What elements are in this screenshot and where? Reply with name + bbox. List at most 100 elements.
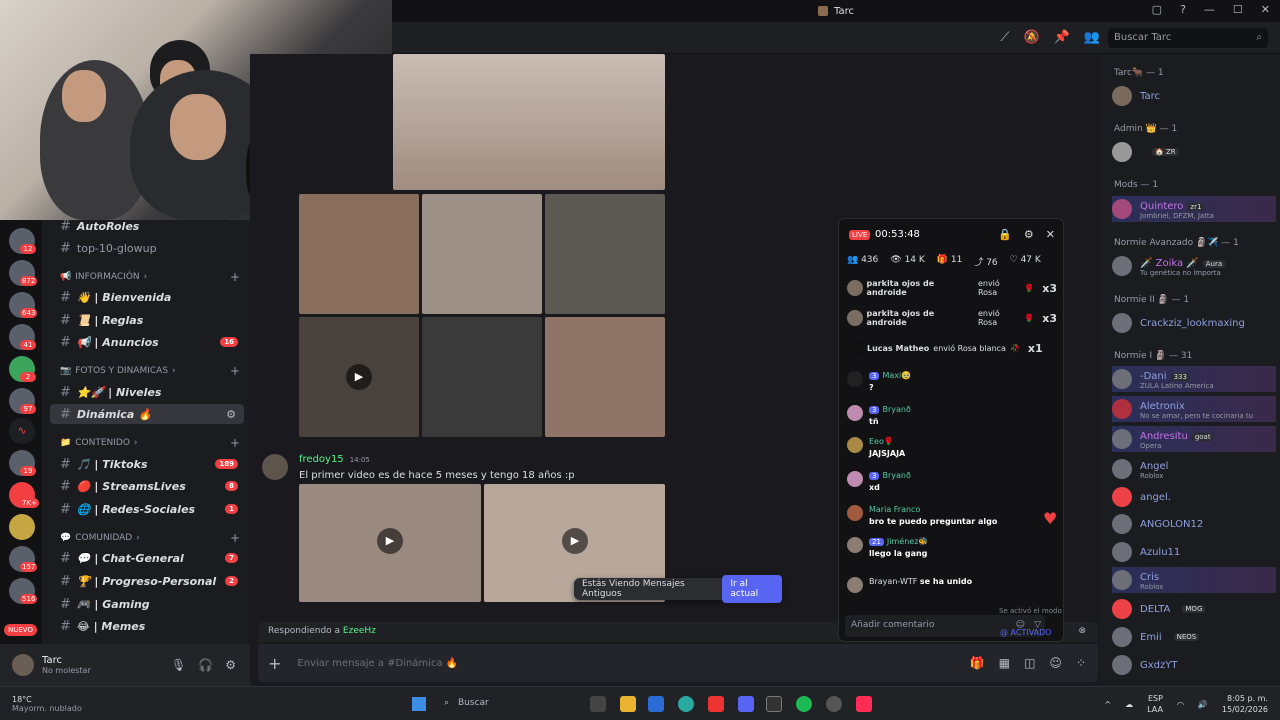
member-item[interactable]: ANGOLON12 — [1112, 511, 1276, 537]
gear-icon[interactable]: ⚙ — [1024, 228, 1034, 241]
channel-anuncios[interactable]: # 📢 | Anuncios 16 — [50, 332, 244, 352]
tiktok-icon[interactable] — [856, 696, 872, 712]
image-attachment[interactable] — [545, 317, 665, 437]
jump-to-present-button[interactable]: Ir al actual — [722, 575, 782, 603]
lock-icon[interactable]: 🔒 — [998, 228, 1012, 241]
channel-bienvenida[interactable]: # 👋 | Bienvenida — [50, 287, 244, 307]
threads-icon[interactable]: ⟋ — [1000, 30, 1009, 45]
channel-top-10-glowup[interactable]: # top-10-glowup — [50, 238, 244, 258]
sticker-icon[interactable]: ◫ — [1024, 656, 1035, 670]
settings-icon[interactable]: ⚙ — [226, 408, 236, 421]
member-item[interactable]: -Dani 333 ZULA Latino America — [1112, 366, 1276, 392]
apps-icon[interactable]: ⁘ — [1076, 656, 1086, 670]
avatar[interactable] — [262, 454, 288, 480]
taskbar-search[interactable]: ⌕ Buscar — [440, 693, 540, 715]
add-channel-icon[interactable]: + — [230, 364, 240, 378]
channel-dinamica[interactable]: # Dinámica 🔥 ⚙ — [50, 404, 244, 424]
task-view-icon[interactable] — [590, 696, 606, 712]
member-item[interactable]: Crackziz_lookmaxing — [1112, 310, 1276, 336]
microphone-icon[interactable]: 🎙 — [171, 658, 186, 672]
member-item[interactable]: Aletronix No se amar, pero te cocinaria t… — [1112, 396, 1276, 422]
image-attachment[interactable] — [299, 194, 419, 314]
pin-icon[interactable]: 📌 — [1054, 30, 1070, 45]
category-fotos-y-dinamicas[interactable]: 📷 FOTOS Y DINAMICAS › + — [60, 364, 240, 378]
spotify-icon[interactable] — [796, 696, 812, 712]
member-item[interactable]: 🗡️ Zoika 🗡️ Aura Tu genética no importa — [1112, 253, 1276, 279]
file-explorer-icon[interactable] — [620, 696, 636, 712]
message-author[interactable]: fredoy15 14:05 — [299, 454, 370, 465]
add-channel-icon[interactable]: + — [230, 531, 240, 545]
pulse-icon[interactable]: ∿ — [9, 418, 35, 444]
member-item[interactable]: Angel Roblox — [1112, 456, 1276, 482]
channel-autoroles[interactable]: # AutoRoles — [50, 220, 244, 236]
maximize-button[interactable]: ☐ — [1233, 3, 1243, 16]
member-item[interactable]: angel. — [1112, 484, 1276, 510]
avatar[interactable] — [12, 654, 34, 676]
channel-redes-sociales[interactable]: # 🌐 | Redes-Sociales 1 — [50, 499, 244, 519]
opera-icon[interactable] — [708, 696, 724, 712]
screen-icon[interactable]: ▢ — [1152, 3, 1162, 16]
member-item[interactable]: 🏠 ZR — [1112, 139, 1276, 165]
search-input[interactable]: Buscar Tarc ⌕ — [1108, 28, 1268, 48]
emoji-icon[interactable]: ☺ — [1049, 656, 1062, 670]
gif-icon[interactable]: ▦ — [999, 656, 1010, 670]
channel-progreso-personal[interactable]: # 🏆 | Progreso-Personal 2 — [50, 571, 244, 591]
clock[interactable]: 8:05 p. m. 15/02/2026 — [1222, 693, 1268, 715]
member-item[interactable]: GxdzYT — [1112, 652, 1276, 678]
gift-icon[interactable]: 🎁 — [970, 656, 985, 670]
member-item[interactable]: Azulu11 — [1112, 539, 1276, 565]
add-channel-icon[interactable]: + — [230, 270, 240, 284]
video-attachment[interactable]: ▶ — [299, 317, 419, 437]
image-attachment[interactable] — [393, 54, 665, 190]
attach-plus-icon[interactable]: + — [268, 654, 281, 673]
steam-icon[interactable] — [826, 696, 842, 712]
member-item[interactable]: Cris Roblox — [1112, 567, 1276, 593]
reply-target[interactable]: EzeeHz — [343, 626, 376, 636]
tray-chevron-icon[interactable]: ^ — [1104, 700, 1111, 709]
add-channel-icon[interactable]: + — [230, 436, 240, 450]
members-icon[interactable]: 👥 — [1084, 30, 1100, 45]
weather-widget[interactable]: 18°C Mayorm. nublado — [12, 695, 82, 713]
wifi-icon[interactable]: ◠ — [1177, 700, 1184, 709]
member-item[interactable]: Quintero zr1 Jombriel, DFZM, Jatta — [1112, 196, 1276, 222]
member-item[interactable]: DELTA MOG — [1112, 596, 1276, 622]
edge-icon[interactable] — [678, 696, 694, 712]
play-icon[interactable]: ▶ — [562, 528, 588, 554]
channel-streamslives[interactable]: # 🔴 | StreamsLives 8 — [50, 476, 244, 496]
channel-niveles[interactable]: # ⭐🚀 | Niveles — [50, 382, 244, 402]
start-button[interactable] — [412, 697, 426, 711]
minimize-button[interactable]: — — [1204, 3, 1215, 16]
message-input[interactable]: Enviar mensaje a #Dinámica 🔥 — [297, 658, 458, 669]
cloud-icon[interactable]: ☁ — [1125, 700, 1133, 709]
image-attachment[interactable] — [545, 194, 665, 314]
channel-chat-general[interactable]: # 💬 | Chat-General 7 — [50, 548, 244, 568]
image-attachment[interactable] — [422, 317, 542, 437]
member-item[interactable]: Tarc — [1112, 83, 1276, 109]
language-indicator[interactable]: ESP LAA — [1147, 693, 1163, 715]
close-icon[interactable]: ✕ — [1046, 228, 1055, 241]
close-reply-icon[interactable]: ⊗ — [1078, 626, 1086, 636]
play-icon[interactable]: ▶ — [346, 364, 372, 390]
outlook-icon[interactable] — [648, 696, 664, 712]
category-contenido[interactable]: 📁 CONTENIDO › + — [60, 436, 240, 450]
member-item[interactable]: Andresitu goat Opera — [1112, 426, 1276, 452]
image-attachment[interactable] — [422, 194, 542, 314]
play-icon[interactable]: ▶ — [377, 528, 403, 554]
video-attachment[interactable]: ▶ — [299, 484, 481, 602]
category-comunidad[interactable]: 💬 COMUNIDAD › + — [60, 531, 240, 545]
headphones-icon[interactable]: 🎧 — [198, 658, 213, 672]
close-button[interactable]: ✕ — [1261, 3, 1270, 16]
discord-icon[interactable] — [738, 696, 754, 712]
server-icon[interactable] — [9, 514, 35, 540]
message-composer[interactable]: + Enviar mensaje a #Dinámica 🔥 🎁 ▦ ◫ ☺ ⁘ — [258, 644, 1098, 682]
channel-gaming[interactable]: # 🎮 | Gaming — [50, 594, 244, 614]
mute-icon[interactable]: 🔕 — [1023, 30, 1039, 45]
category-informacion[interactable]: 📢 INFORMACIÓN › + — [60, 270, 240, 284]
gear-icon[interactable]: ⚙ — [225, 658, 236, 672]
channel-memes[interactable]: # 😂 | Memes — [50, 616, 244, 636]
channel-tiktoks[interactable]: # 🎵 | Tiktoks 189 — [50, 454, 244, 474]
volume-icon[interactable]: 🔊 — [1198, 700, 1208, 709]
epic-games-icon[interactable] — [766, 696, 782, 712]
member-item[interactable]: Emii NEOS — [1112, 624, 1276, 650]
channel-reglas[interactable]: # 📜 | Reglas — [50, 310, 244, 330]
